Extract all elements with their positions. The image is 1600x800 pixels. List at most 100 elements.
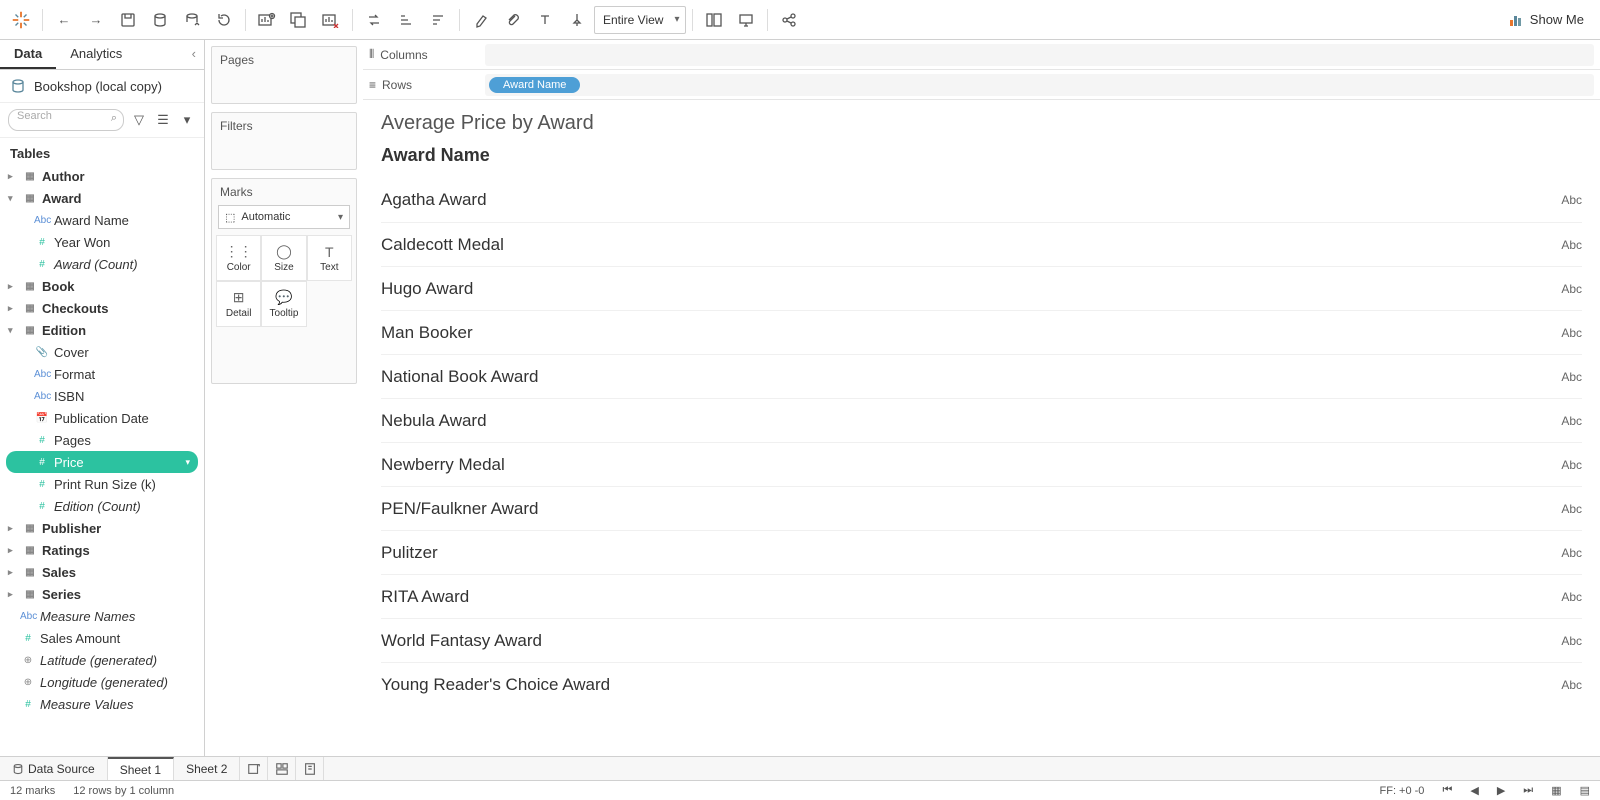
mark-text-button[interactable]: TText — [307, 235, 352, 281]
field-item[interactable]: #Measure Values — [0, 693, 204, 715]
sort-asc-button[interactable] — [391, 5, 421, 35]
attach-button[interactable] — [498, 5, 528, 35]
field-item[interactable]: #Edition (Count) — [0, 495, 204, 517]
nav-last-icon[interactable]: ⏭ — [1523, 784, 1533, 797]
data-source-row[interactable]: Bookshop (local copy) — [0, 70, 204, 103]
table-group[interactable]: ▸▦Publisher — [0, 517, 204, 539]
new-story-tab-button[interactable] — [296, 757, 324, 780]
rows-label: Rows — [382, 78, 412, 92]
table-group[interactable]: ▾▦Award — [0, 187, 204, 209]
field-item[interactable]: #Sales Amount — [0, 627, 204, 649]
mark-detail-button[interactable]: ⊞Detail — [216, 281, 261, 327]
field-item[interactable]: AbcISBN — [0, 385, 204, 407]
viz-row[interactable]: Man BookerAbc — [381, 310, 1582, 354]
presentation-button[interactable] — [731, 5, 761, 35]
search-placeholder: Search — [17, 110, 52, 122]
text-button[interactable] — [530, 5, 560, 35]
viz-row[interactable]: RITA AwardAbc — [381, 574, 1582, 618]
tab-data[interactable]: Data — [0, 40, 56, 69]
new-worksheet-button[interactable] — [252, 5, 282, 35]
field-item[interactable]: ⊕Latitude (generated) — [0, 649, 204, 671]
field-item[interactable]: 📎Cover — [0, 341, 204, 363]
datasource-icon — [12, 763, 24, 775]
pages-shelf[interactable]: Pages — [211, 46, 357, 104]
show-cards-button[interactable] — [699, 5, 729, 35]
data-source-tab[interactable]: Data Source — [0, 757, 108, 780]
field-item[interactable]: #Pages — [0, 429, 204, 451]
nav-prev-icon[interactable]: ◀ — [1470, 784, 1478, 797]
grid-view-icon[interactable]: ▦ — [1551, 784, 1561, 797]
viz-row[interactable]: National Book AwardAbc — [381, 354, 1582, 398]
viz-row[interactable]: World Fantasy AwardAbc — [381, 618, 1582, 662]
field-item[interactable]: #Year Won — [0, 231, 204, 253]
sheet-tab[interactable]: Sheet 2 — [174, 757, 240, 780]
sheet-tab[interactable]: Sheet 1 — [108, 757, 174, 780]
viz-row[interactable]: Newberry MedalAbc — [381, 442, 1582, 486]
field-item[interactable]: AbcFormat — [0, 363, 204, 385]
search-input[interactable]: Search — [8, 109, 124, 131]
table-group[interactable]: ▸▦Author — [0, 165, 204, 187]
tableau-logo[interactable] — [6, 5, 36, 35]
collapse-pane-button[interactable]: ‹ — [184, 40, 204, 69]
sort-desc-button[interactable] — [423, 5, 453, 35]
fit-dropdown[interactable]: Entire View — [594, 6, 686, 34]
viz-column: ⦀Columns ≡Rows Award Name Average Price … — [363, 40, 1600, 756]
mark-type-dropdown[interactable]: ⬚Automatic — [218, 205, 350, 229]
mark-tooltip-button[interactable]: 💬Tooltip — [261, 281, 306, 327]
field-item[interactable]: ⊕Longitude (generated) — [0, 671, 204, 693]
new-data-button[interactable] — [145, 5, 175, 35]
field-item[interactable]: #Print Run Size (k) — [0, 473, 204, 495]
table-group[interactable]: ▸▦Checkouts — [0, 297, 204, 319]
mark-size-button[interactable]: ◯Size — [261, 235, 306, 281]
field-item[interactable]: #Price — [6, 451, 198, 473]
refresh-data-button[interactable] — [177, 5, 207, 35]
table-group[interactable]: ▸▦Series — [0, 583, 204, 605]
clear-sheet-button[interactable] — [316, 5, 346, 35]
view-options-icon[interactable]: ☰ — [154, 111, 172, 129]
new-dashboard-tab-button[interactable] — [268, 757, 296, 780]
viz-row[interactable]: Caldecott MedalAbc — [381, 222, 1582, 266]
mark-color-button[interactable]: ⋮⋮Color — [216, 235, 261, 281]
pin-button[interactable] — [562, 5, 592, 35]
field-item[interactable]: AbcMeasure Names — [0, 605, 204, 627]
nav-next-icon[interactable]: ▶ — [1497, 784, 1505, 797]
share-button[interactable] — [774, 5, 804, 35]
shelf-column: Pages Filters Marks ⬚Automatic ⋮⋮Color◯S… — [205, 40, 363, 756]
list-view-icon[interactable]: ▤ — [1580, 784, 1590, 797]
field-item[interactable]: #Award (Count) — [0, 253, 204, 275]
highlight-button[interactable] — [466, 5, 496, 35]
marks-drop-area[interactable] — [216, 333, 352, 383]
nav-first-icon[interactable]: ⏮ — [1442, 784, 1452, 797]
viz-row[interactable]: PulitzerAbc — [381, 530, 1582, 574]
viz-row[interactable]: PEN/Faulkner AwardAbc — [381, 486, 1582, 530]
columns-shelf[interactable]: ⦀Columns — [363, 40, 1600, 70]
pause-updates-button[interactable] — [209, 5, 239, 35]
table-group[interactable]: ▸▦Sales — [0, 561, 204, 583]
duplicate-sheet-button[interactable] — [284, 5, 314, 35]
swap-button[interactable] — [359, 5, 389, 35]
table-group[interactable]: ▸▦Ratings — [0, 539, 204, 561]
filters-shelf[interactable]: Filters — [211, 112, 357, 170]
field-item[interactable]: AbcAward Name — [0, 209, 204, 231]
viz-row[interactable]: Agatha AwardAbc — [381, 178, 1582, 222]
separator — [459, 9, 460, 31]
forward-button[interactable]: → — [81, 5, 111, 35]
save-button[interactable] — [113, 5, 143, 35]
row-pill[interactable]: Award Name — [489, 77, 580, 93]
viz-title[interactable]: Average Price by Award — [381, 112, 1582, 135]
table-group[interactable]: ▾▦Edition — [0, 319, 204, 341]
pages-label: Pages — [212, 47, 356, 73]
tab-analytics[interactable]: Analytics — [56, 40, 136, 69]
filter-icon[interactable]: ▽ — [130, 111, 148, 129]
new-worksheet-tab-button[interactable] — [240, 757, 268, 780]
viz-row[interactable]: Young Reader's Choice AwardAbc — [381, 662, 1582, 706]
field-item[interactable]: 📅Publication Date — [0, 407, 204, 429]
viz-row[interactable]: Hugo AwardAbc — [381, 266, 1582, 310]
rows-shelf[interactable]: ≡Rows Award Name — [363, 70, 1600, 100]
dropdown-icon[interactable]: ▾ — [178, 111, 196, 129]
viz-row[interactable]: Nebula AwardAbc — [381, 398, 1582, 442]
status-bar: 12 marks 12 rows by 1 column FF: +0 -0 ⏮… — [0, 780, 1600, 800]
table-group[interactable]: ▸▦Book — [0, 275, 204, 297]
show-me-button[interactable]: Show Me — [1498, 5, 1594, 35]
back-button[interactable]: ← — [49, 5, 79, 35]
